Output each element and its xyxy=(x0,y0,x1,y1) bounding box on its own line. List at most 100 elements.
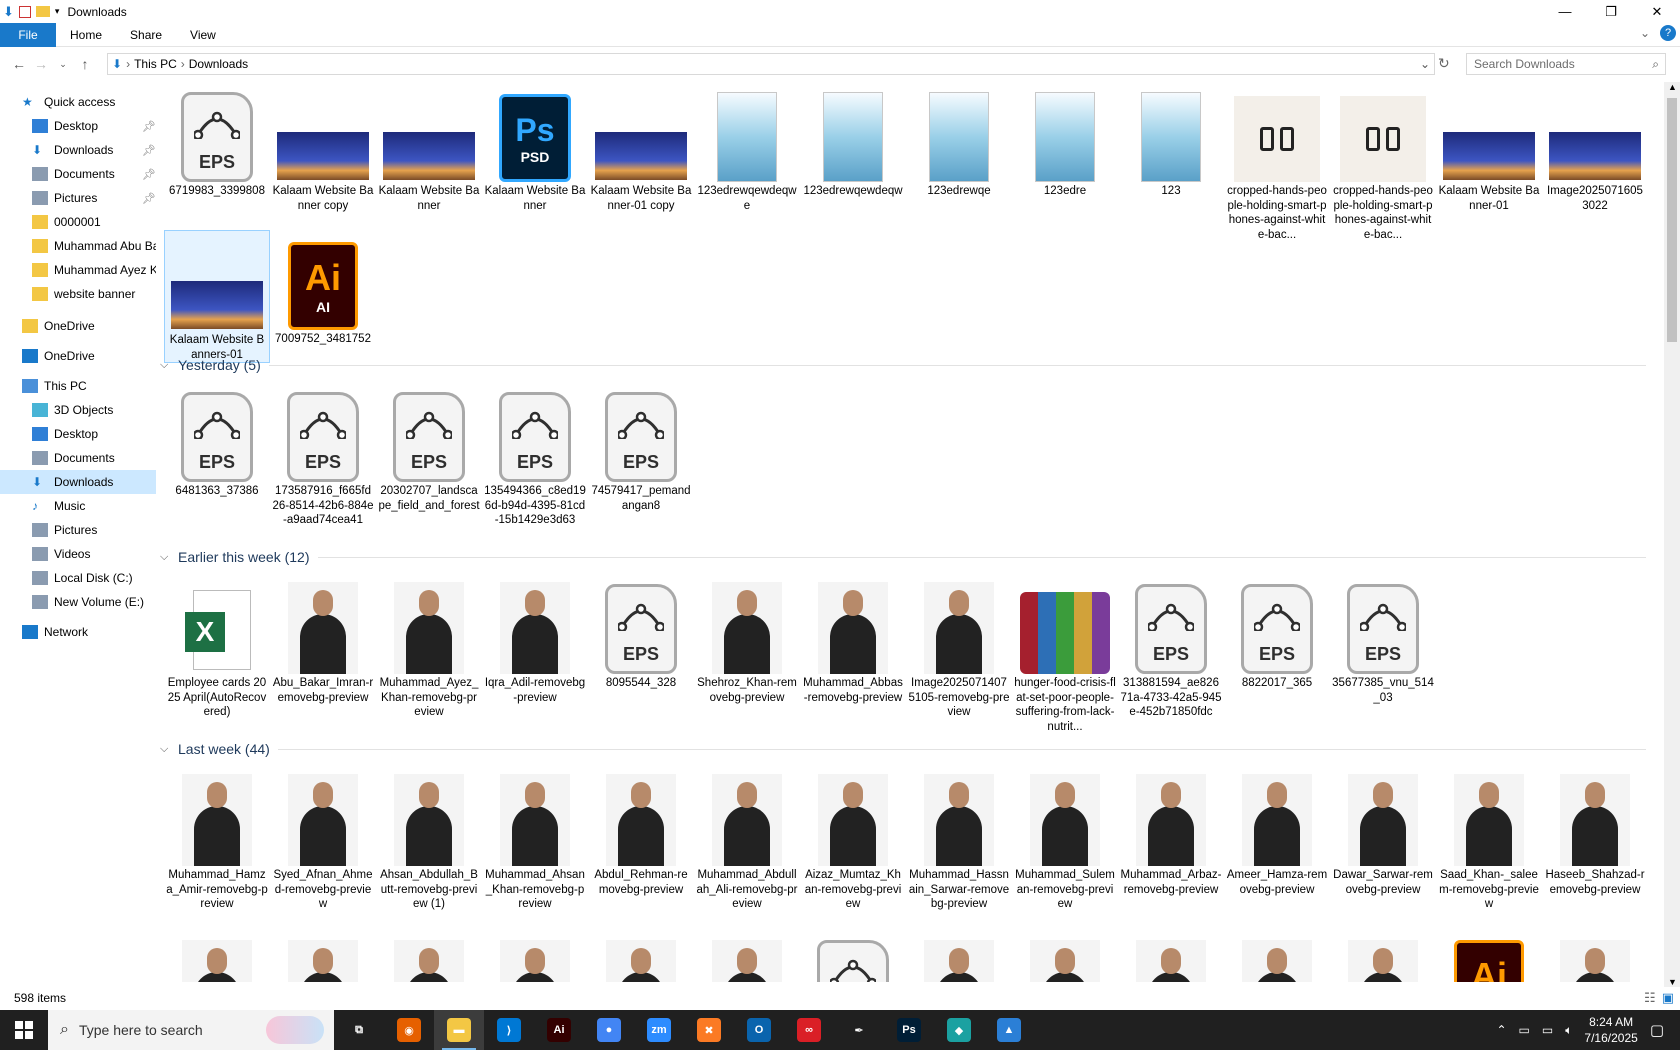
address-dropdown-icon[interactable]: ⌄ xyxy=(1420,57,1430,71)
sidebar-item-muhammad-abu-ba[interactable]: Muhammad Abu Ba xyxy=(0,234,156,258)
file-item[interactable]: Shehroz_Khan-removebg-preview xyxy=(694,574,800,705)
maximize-button[interactable]: ❐ xyxy=(1588,0,1634,23)
file-item[interactable]: AiAI xyxy=(1436,940,1542,982)
file-item[interactable]: 123edre xyxy=(1012,82,1118,199)
sidebar-item-documents[interactable]: Documents xyxy=(0,446,156,470)
address-bar[interactable]: ⬇ › This PC › Downloads ⌄ xyxy=(107,53,1435,75)
taskbar-firefox-button[interactable]: ◉ xyxy=(384,1010,434,1050)
file-item[interactable] xyxy=(694,940,800,982)
sidebar-item-onedrive[interactable]: OneDrive xyxy=(0,314,156,338)
close-button[interactable]: ✕ xyxy=(1634,0,1680,23)
taskbar-search-box[interactable]: ⌕ Type here to search xyxy=(48,1010,334,1050)
group-header[interactable]: ⌵ Earlier this week (12) xyxy=(160,546,1660,568)
file-item[interactable] xyxy=(1118,940,1224,982)
file-item[interactable]: Haseeb_Shahzad-removebg-preview xyxy=(1542,766,1648,897)
forward-button[interactable]: → xyxy=(30,56,52,72)
file-item[interactable] xyxy=(588,940,694,982)
file-item[interactable]: EPS 313881594_ae82671a-4733-42a5-945e-452… xyxy=(1118,574,1224,720)
taskbar-task-view-button[interactable]: ⧉ xyxy=(334,1010,384,1050)
file-item[interactable]: Iqra_Adil-removebg-preview xyxy=(482,574,588,705)
file-item[interactable]: Ahsan_Abdullah_Butt-removebg-preview (1) xyxy=(376,766,482,912)
download-arrow-icon[interactable]: ⬇ xyxy=(3,4,14,20)
file-item[interactable]: X Employee cards 2025 April(AutoRecovered… xyxy=(164,574,270,720)
file-item[interactable]: Muhammad_Arbaz-removebg-preview xyxy=(1118,766,1224,897)
network-icon[interactable]: ▭ xyxy=(1542,1023,1553,1037)
sidebar-item-pictures[interactable]: Pictures xyxy=(0,518,156,542)
sidebar-item-local-disk-c-[interactable]: Local Disk (C:) xyxy=(0,566,156,590)
device-icon[interactable]: ▭ xyxy=(1519,1023,1530,1037)
file-item[interactable]: cropped-hands-people-holding-smart-phone… xyxy=(1330,82,1436,242)
expand-ribbon-icon[interactable]: ⌄ xyxy=(1640,26,1650,40)
file-item[interactable]: Kalaam Website Banner-01 xyxy=(1436,82,1542,213)
file-item[interactable]: Kalaam Website Banner-01 copy xyxy=(588,82,694,213)
group-header[interactable]: ⌵ Last week (44) xyxy=(160,738,1660,760)
file-item[interactable]: 123edrewqewdeqw xyxy=(800,82,906,199)
taskbar-xampp-button[interactable]: ✖ xyxy=(684,1010,734,1050)
file-item[interactable] xyxy=(164,940,270,982)
sidebar-item-quick-access[interactable]: ★ Quick access xyxy=(0,90,156,114)
file-item[interactable] xyxy=(1224,940,1330,982)
show-hidden-icons-icon[interactable]: ⌃ xyxy=(1496,1023,1506,1037)
file-item[interactable]: Dawar_Sarwar-removebg-preview xyxy=(1330,766,1436,897)
tab-file[interactable]: File xyxy=(0,22,56,47)
sidebar-item-videos[interactable]: Videos xyxy=(0,542,156,566)
file-item[interactable] xyxy=(270,940,376,982)
file-item[interactable]: Muhammad_Ahsan_Khan-removebg-preview xyxy=(482,766,588,912)
sidebar-item-desktop[interactable]: Desktop 📌︎ xyxy=(0,114,156,138)
file-item[interactable]: Image20250714075105-removebg-preview xyxy=(906,574,1012,720)
large-icons-view-icon[interactable]: ▣ xyxy=(1662,990,1674,1006)
file-item[interactable]: Aizaz_Mumtaz_Khan-removebg-preview xyxy=(800,766,906,912)
sidebar-item-muhammad-ayez-k[interactable]: Muhammad Ayez K xyxy=(0,258,156,282)
file-item[interactable]: EPS xyxy=(800,940,906,982)
sidebar-item-new-volume-e-[interactable]: New Volume (E:) xyxy=(0,590,156,614)
tab-home[interactable]: Home xyxy=(56,23,116,47)
help-icon[interactable]: ? xyxy=(1660,25,1676,41)
start-button[interactable] xyxy=(0,1021,48,1039)
file-item[interactable]: Ameer_Hamza-removebg-preview xyxy=(1224,766,1330,897)
volume-icon[interactable]: 🔈︎ xyxy=(1565,1023,1572,1038)
taskbar-zoom-button[interactable]: zm xyxy=(634,1010,684,1050)
file-item[interactable]: EPS 8822017_365 xyxy=(1224,574,1330,691)
minimize-button[interactable]: — xyxy=(1542,0,1588,23)
file-item[interactable]: EPS 135494366_c8ed196d-b94d-4395-81cd-15b… xyxy=(482,382,588,528)
file-item[interactable]: Ps PSD Kalaam Website Banner xyxy=(482,82,588,213)
file-item[interactable]: cropped-hands-people-holding-smart-phone… xyxy=(1224,82,1330,242)
taskbar-app-button[interactable]: ◆ xyxy=(934,1010,984,1050)
sidebar-item-desktop[interactable]: Desktop xyxy=(0,422,156,446)
vertical-scrollbar[interactable]: ▲ ▼ xyxy=(1664,82,1680,987)
file-item[interactable]: Muhammad_Hamza_Amir-removebg-preview xyxy=(164,766,270,912)
taskbar-photos-button[interactable]: ▲ xyxy=(984,1010,1034,1050)
notifications-icon[interactable]: ▢ xyxy=(1650,1021,1664,1039)
file-item[interactable] xyxy=(906,940,1012,982)
file-item[interactable]: Muhammad_Ayez_Khan-removebg-preview xyxy=(376,574,482,720)
file-item[interactable]: Kalaam Website Banner copy xyxy=(270,82,376,213)
sidebar-item-3d-objects[interactable]: 3D Objects xyxy=(0,398,156,422)
file-item[interactable]: Muhammad_Abbas-removebg-preview xyxy=(800,574,906,705)
file-item[interactable]: EPS 6719983_3399808 xyxy=(164,82,270,199)
sidebar-item-this-pc[interactable]: This PC xyxy=(0,374,156,398)
scrollbar-thumb[interactable] xyxy=(1667,98,1677,342)
scroll-down-icon[interactable]: ▼ xyxy=(1668,977,1677,987)
sidebar-item-0000001[interactable]: 0000001 xyxy=(0,210,156,234)
taskbar-outlook-button[interactable]: O xyxy=(734,1010,784,1050)
sidebar-item-documents[interactable]: Documents 📌︎ xyxy=(0,162,156,186)
file-item[interactable] xyxy=(1542,940,1648,982)
file-item[interactable]: EPS 74579417_pemandangan8 xyxy=(588,382,694,513)
new-folder-icon[interactable] xyxy=(35,6,50,17)
file-item[interactable]: EPS 6481363_37386 xyxy=(164,382,270,499)
sidebar-item-downloads[interactable]: ⬇ Downloads 📌︎ xyxy=(0,138,156,162)
file-item[interactable]: 123edrewqewdeqwe xyxy=(694,82,800,213)
group-header[interactable]: ⌵ Yesterday (5) xyxy=(160,354,1660,376)
up-button[interactable]: ↑ xyxy=(74,56,96,72)
details-view-icon[interactable]: ☷ xyxy=(1644,990,1656,1006)
taskbar-illustrator-button[interactable]: Ai xyxy=(534,1010,584,1050)
file-item[interactable]: EPS 173587916_f665fd26-8514-42b6-884e-a9a… xyxy=(270,382,376,528)
taskbar-creative-cloud-button[interactable]: ∞ xyxy=(784,1010,834,1050)
sidebar-item-website-banner[interactable]: website banner xyxy=(0,282,156,306)
breadcrumb-this-pc[interactable]: This PC xyxy=(134,57,177,71)
scroll-up-icon[interactable]: ▲ xyxy=(1668,82,1677,92)
file-item[interactable] xyxy=(482,940,588,982)
clock[interactable]: 8:24 AM 7/16/2025 xyxy=(1584,1014,1637,1046)
taskbar-vscode-button[interactable]: ⟩ xyxy=(484,1010,534,1050)
file-item[interactable]: 123 xyxy=(1118,82,1224,199)
